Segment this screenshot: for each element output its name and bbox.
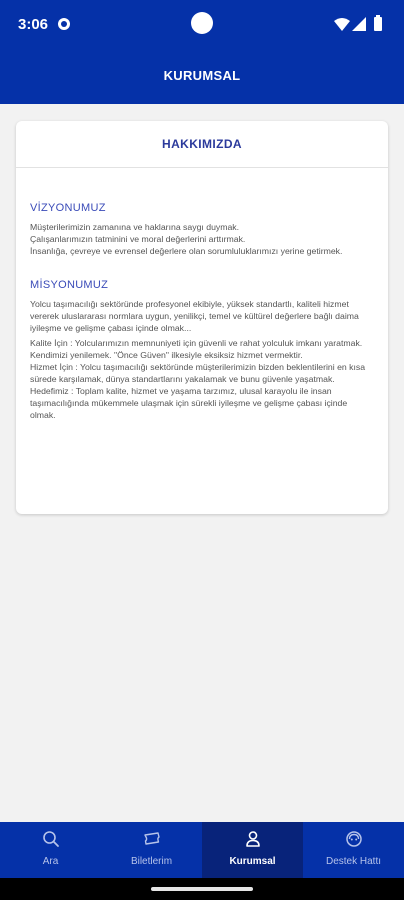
battery-icon	[374, 15, 382, 31]
gesture-area	[0, 878, 404, 900]
card-header: HAKKIMIZDA	[16, 121, 388, 168]
nav-item-corporate[interactable]: Kurumsal	[202, 822, 303, 878]
nav-label-support: Destek Hattı	[325, 856, 382, 867]
camera-cutout	[191, 12, 213, 34]
status-time: 3:06	[18, 16, 49, 33]
vision-title: VİZYONUMUZ	[30, 202, 106, 214]
mission-title: MİSYONUMUZ	[30, 279, 109, 291]
user-icon	[245, 831, 260, 847]
status-bar: 3:06	[0, 0, 404, 48]
page-title: KURUMSAL	[163, 68, 241, 83]
wifi-icon	[334, 18, 350, 31]
card-title: HAKKIMIZDA	[162, 137, 242, 151]
bottom-nav: Ara Biletlerim Kurumsal Destek Hattı	[0, 822, 404, 878]
mission-details: Kalite İçin : Yolcularımızın memnuniyeti…	[30, 338, 366, 420]
about-card: HAKKIMIZDA VİZYONUMUZ Müşterilerimizin z…	[16, 121, 388, 514]
signal-icon	[352, 17, 366, 31]
gesture-handle[interactable]	[151, 887, 253, 891]
nav-item-search[interactable]: Ara	[0, 822, 101, 878]
nav-item-support[interactable]: Destek Hattı	[303, 822, 404, 878]
nav-label-search: Ara	[42, 856, 59, 867]
support-icon	[345, 831, 362, 847]
notification-icon	[58, 18, 70, 30]
ticket-icon	[143, 832, 160, 845]
nav-item-tickets[interactable]: Biletlerim	[101, 822, 202, 878]
card-body: VİZYONUMUZ Müşterilerimizin zamanına ve …	[16, 168, 388, 421]
mission-text: Yolcu taşımacılığı sektöründe profesyone…	[30, 299, 359, 333]
search-icon	[42, 831, 59, 847]
app-header: 3:06 KURUMSAL	[0, 0, 404, 104]
nav-label-corporate: Kurumsal	[229, 856, 276, 867]
vision-text: Müşterilerimizin zamanına ve haklarına s…	[30, 222, 343, 256]
nav-label-tickets: Biletlerim	[130, 856, 173, 867]
